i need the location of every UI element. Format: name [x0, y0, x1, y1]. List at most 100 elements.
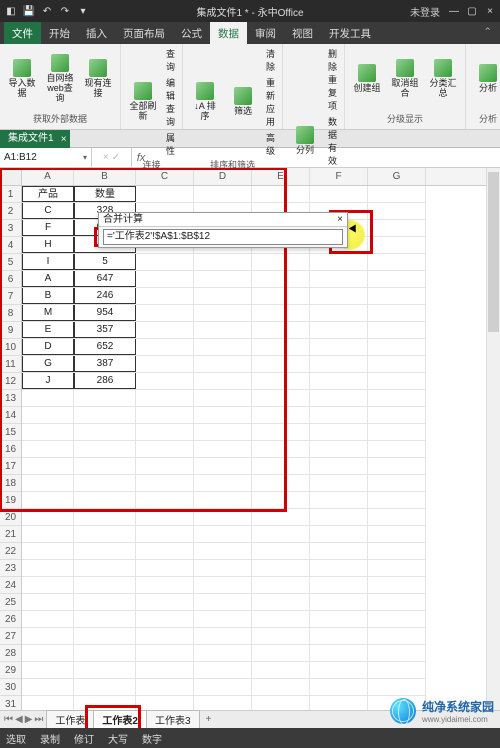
scrollbar-thumb[interactable] — [488, 172, 499, 332]
cell[interactable]: 246 — [74, 288, 136, 304]
cell[interactable] — [74, 543, 136, 559]
cell[interactable] — [22, 560, 74, 576]
tab-视图[interactable]: 视图 — [284, 22, 321, 44]
cell[interactable] — [368, 594, 426, 610]
cell[interactable] — [74, 407, 136, 423]
cell[interactable] — [136, 526, 194, 542]
cell[interactable] — [194, 407, 252, 423]
column-header[interactable]: C — [136, 168, 194, 185]
tab-审阅[interactable]: 审阅 — [247, 22, 284, 44]
cell[interactable] — [310, 594, 368, 610]
cell[interactable] — [194, 254, 252, 270]
cell[interactable] — [194, 577, 252, 593]
name-box-dropdown-icon[interactable]: ▾ — [83, 153, 87, 162]
document-tab[interactable]: 集成文件1 × — [0, 130, 70, 148]
consolidate-dialog[interactable]: 合并计算 × ='工作表2'!$A$1:$B$12 — [98, 212, 348, 248]
cell[interactable] — [368, 611, 426, 627]
cell[interactable] — [368, 186, 426, 202]
ribbon-button[interactable]: 全部刷新 — [125, 80, 161, 124]
cell[interactable]: F — [22, 220, 74, 236]
cell[interactable] — [252, 611, 310, 627]
cell[interactable]: E — [22, 322, 74, 338]
sheet-nav-prev-icon[interactable]: ◀ — [15, 714, 23, 725]
cell[interactable] — [74, 662, 136, 678]
row-header[interactable]: 19 — [0, 492, 21, 509]
accept-formula-icon[interactable]: ✓ — [112, 152, 120, 163]
cell[interactable]: 954 — [74, 305, 136, 321]
cell[interactable] — [368, 254, 426, 270]
undo-icon[interactable]: ↶ — [40, 6, 54, 17]
sheet-tab[interactable]: 工作表2 — [93, 710, 147, 729]
tab-插入[interactable]: 插入 — [78, 22, 115, 44]
cell[interactable] — [368, 203, 426, 219]
cell[interactable] — [310, 475, 368, 491]
cell[interactable] — [368, 271, 426, 287]
cell[interactable] — [310, 662, 368, 678]
cell[interactable] — [136, 628, 194, 644]
column-header[interactable]: D — [194, 168, 252, 185]
cell[interactable] — [194, 679, 252, 695]
row-header[interactable]: 20 — [0, 509, 21, 526]
cell[interactable]: 652 — [74, 339, 136, 355]
cell[interactable] — [74, 509, 136, 525]
ribbon-small-button[interactable]: 查询 — [163, 46, 178, 74]
cell[interactable] — [74, 475, 136, 491]
cell[interactable] — [252, 407, 310, 423]
row-header[interactable]: 21 — [0, 526, 21, 543]
cell[interactable] — [74, 628, 136, 644]
cell[interactable] — [136, 254, 194, 270]
row-header[interactable]: 8 — [0, 305, 21, 322]
row-header[interactable]: 9 — [0, 322, 21, 339]
cell[interactable] — [252, 645, 310, 661]
cell[interactable] — [310, 441, 368, 457]
cell[interactable] — [310, 322, 368, 338]
cell[interactable] — [194, 322, 252, 338]
consolidate-close-icon[interactable]: × — [337, 213, 343, 226]
sheet-tab[interactable]: 工作表3 — [146, 710, 200, 729]
cell[interactable] — [136, 662, 194, 678]
cell[interactable] — [136, 441, 194, 457]
cell[interactable] — [136, 492, 194, 508]
tab-开始[interactable]: 开始 — [41, 22, 78, 44]
sheet-nav-next-icon[interactable]: ▶ — [25, 714, 33, 725]
cell[interactable] — [310, 356, 368, 372]
cell[interactable] — [252, 322, 310, 338]
row-header[interactable]: 11 — [0, 356, 21, 373]
cell[interactable] — [368, 543, 426, 559]
cell[interactable] — [194, 458, 252, 474]
cell[interactable] — [368, 373, 426, 389]
cell[interactable] — [252, 305, 310, 321]
cell[interactable] — [252, 577, 310, 593]
cell[interactable] — [252, 441, 310, 457]
cell[interactable] — [22, 441, 74, 457]
cell[interactable] — [136, 475, 194, 491]
row-header[interactable]: 23 — [0, 560, 21, 577]
cell[interactable] — [136, 458, 194, 474]
cell[interactable] — [310, 373, 368, 389]
cell[interactable] — [252, 356, 310, 372]
cell[interactable] — [252, 254, 310, 270]
cell[interactable] — [22, 407, 74, 423]
cell[interactable] — [136, 373, 194, 389]
cell[interactable] — [22, 390, 74, 406]
cell[interactable] — [194, 288, 252, 304]
cell[interactable] — [74, 458, 136, 474]
cell[interactable] — [194, 509, 252, 525]
cell[interactable] — [310, 305, 368, 321]
cell[interactable] — [74, 645, 136, 661]
maximize-icon[interactable]: ▢ — [466, 6, 478, 17]
cell[interactable] — [22, 662, 74, 678]
cell[interactable] — [22, 611, 74, 627]
cell[interactable] — [136, 611, 194, 627]
cell[interactable] — [368, 322, 426, 338]
vertical-scrollbar[interactable] — [486, 168, 500, 710]
ribbon-button[interactable]: 筛选 — [225, 85, 261, 119]
select-all-corner[interactable] — [0, 168, 22, 185]
tab-file[interactable]: 文件 — [4, 22, 41, 44]
cell[interactable] — [252, 186, 310, 202]
ribbon-small-button[interactable]: 清除 — [263, 46, 278, 74]
cell[interactable] — [310, 288, 368, 304]
cell[interactable] — [252, 543, 310, 559]
row-header[interactable]: 2 — [0, 203, 21, 220]
cell[interactable]: D — [22, 339, 74, 355]
